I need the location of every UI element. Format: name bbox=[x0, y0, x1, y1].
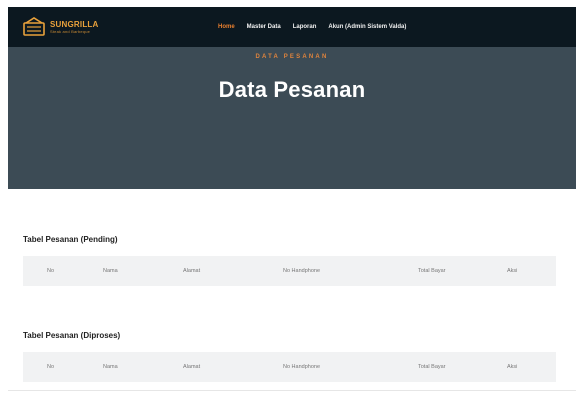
brand-tagline: Steak and Barbeque bbox=[50, 28, 91, 34]
page-title: Data Pesanan bbox=[218, 77, 366, 102]
top-navbar: SUNGRILLA Steak and Barbeque Home Master… bbox=[8, 7, 576, 47]
column-header-aksi: Aksi bbox=[507, 268, 518, 274]
column-header-no: No bbox=[47, 364, 55, 370]
column-header-aksi: Aksi bbox=[507, 364, 518, 370]
grill-logo-icon bbox=[22, 17, 46, 37]
page: SUNGRILLA Steak and Barbeque Home Master… bbox=[0, 0, 584, 394]
column-header-nama: Nama bbox=[103, 268, 118, 274]
nav-laporan[interactable]: Laporan bbox=[293, 24, 317, 30]
column-header-no-handphone: No Handphone bbox=[283, 364, 321, 370]
brand-name: SUNGRILLA bbox=[50, 19, 99, 29]
column-header-no-handphone: No Handphone bbox=[283, 268, 321, 274]
divider bbox=[8, 390, 576, 391]
nav-menu: Home Master Data Laporan Akun (Admin Sis… bbox=[218, 7, 418, 47]
nav-home[interactable]: Home bbox=[218, 24, 235, 30]
hero-banner: DATA PESANAN Data Pesanan bbox=[8, 47, 576, 189]
nav-account[interactable]: Akun (Admin Sistem Valda) bbox=[328, 24, 406, 30]
section-title-diproses: Tabel Pesanan (Diproses) bbox=[23, 331, 121, 340]
nav-master-data[interactable]: Master Data bbox=[247, 24, 281, 30]
column-header-no: No bbox=[47, 268, 55, 274]
column-header-total-bayar: Total Bayar bbox=[418, 268, 446, 274]
table-header-pending: No Nama Alamat No Handphone Total Bayar … bbox=[23, 256, 556, 286]
column-header-nama: Nama bbox=[103, 364, 118, 370]
column-header-alamat: Alamat bbox=[183, 268, 201, 274]
section-title-pending: Tabel Pesanan (Pending) bbox=[23, 235, 118, 244]
hero-eyebrow: DATA PESANAN bbox=[255, 54, 329, 60]
brand-logo[interactable]: SUNGRILLA Steak and Barbeque bbox=[22, 17, 98, 37]
table-header-diproses: No Nama Alamat No Handphone Total Bayar … bbox=[23, 352, 556, 382]
column-header-total-bayar: Total Bayar bbox=[418, 364, 446, 370]
column-header-alamat: Alamat bbox=[183, 364, 201, 370]
